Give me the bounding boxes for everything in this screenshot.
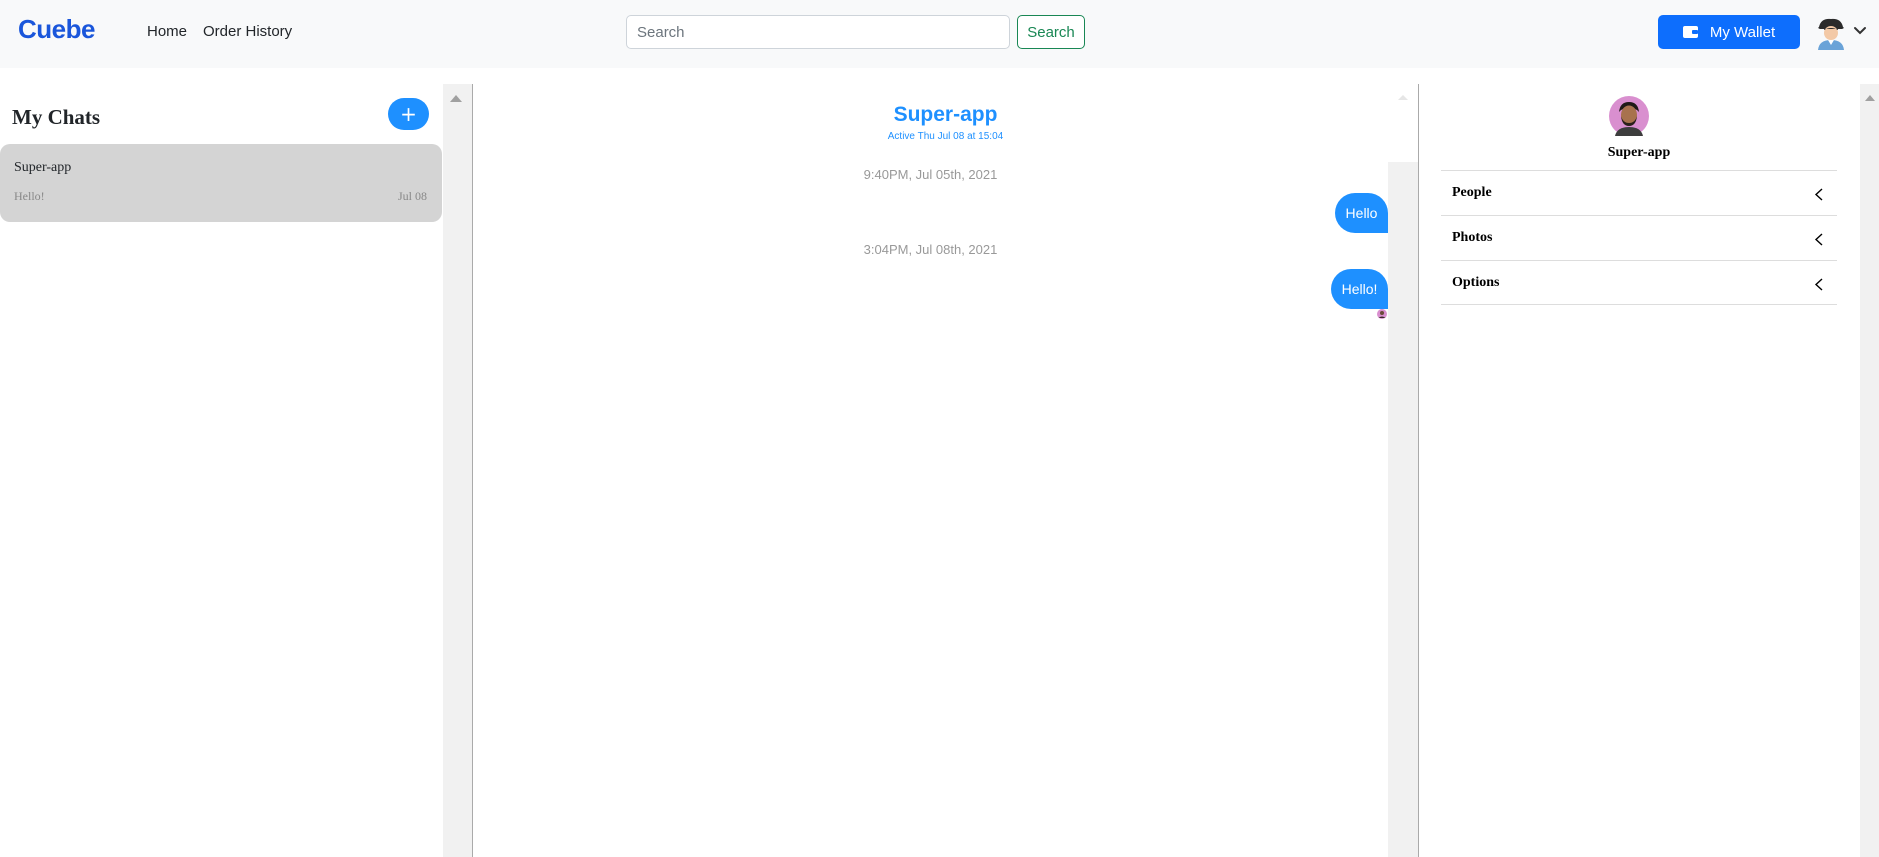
scroll-up-arrow-icon[interactable] [1864,93,1876,102]
accordion-item-label: Options [1452,275,1500,290]
top-navbar: Cuebe Home Order History Search My Walle… [0,0,1879,68]
chat-item-name: Super-app [14,160,72,175]
my-wallet-button[interactable]: My Wallet [1658,15,1800,49]
chat-details-panel: Super-app People Photos Options [1419,84,1860,857]
brand-logo[interactable]: Cuebe [18,14,95,45]
chat-list-item[interactable]: Super-app Hello! Jul 08 [0,144,442,222]
accordion-item-options[interactable]: Options [1441,260,1837,305]
chevron-left-icon [1814,233,1823,246]
chevron-left-icon [1814,188,1823,201]
search-input[interactable] [626,15,1010,49]
message-timestamp: 3:04PM, Jul 08th, 2021 [863,242,998,257]
chat-window: Super-app Active Thu Jul 08 at 15:04 9:4… [473,84,1418,857]
messages-scrollbar[interactable] [1388,162,1418,857]
sidebar-scrollbar[interactable] [443,84,473,857]
my-wallet-label: My Wallet [1709,23,1776,41]
chat-item-date: Jul 08 [397,189,427,203]
chat-profile-avatar [1609,96,1649,136]
chat-active-status: Active Thu Jul 08 at 15:04 [887,131,1004,142]
message-timestamp: 9:40PM, Jul 05th, 2021 [863,167,998,182]
message-bubble-sent[interactable]: Hello! [1331,269,1388,309]
accordion-item-label: Photos [1452,230,1493,245]
details-accordion: People Photos Options [1441,170,1837,305]
message-bubble-sent[interactable]: Hello [1335,193,1388,233]
details-scrollbar[interactable] [1860,84,1879,857]
read-receipt-avatar [1377,309,1387,319]
nav-link-home[interactable]: Home [147,23,187,40]
my-chats-title: My Chats [12,105,101,129]
wallet-icon [1682,26,1698,38]
chat-list-sidebar: My Chats + Super-app Hello! Jul 08 [0,84,443,857]
chat-title: Super-app [893,103,998,126]
chevron-down-icon[interactable] [1853,26,1867,36]
chat-item-preview: Hello! [14,189,45,203]
search-button[interactable]: Search [1017,15,1085,49]
chat-profile-name: Super-app [1607,145,1671,160]
chevron-left-icon [1814,278,1823,291]
new-chat-button[interactable]: + [388,98,429,130]
accordion-item-label: People [1452,185,1492,200]
user-avatar[interactable] [1815,16,1847,50]
scroll-up-arrow-icon[interactable] [1397,93,1409,101]
nav-link-order-history[interactable]: Order History [203,23,292,40]
accordion-item-photos[interactable]: Photos [1441,215,1837,260]
accordion-item-people[interactable]: People [1441,170,1837,215]
scroll-up-arrow-icon[interactable] [449,93,463,103]
